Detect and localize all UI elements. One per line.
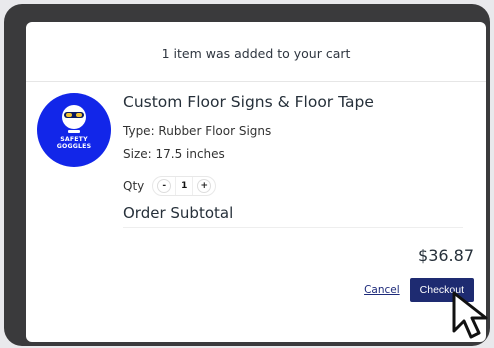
add-to-cart-modal: 1 item was added to your cart SAFETY GOG… xyxy=(26,22,486,342)
screen: 1 item was added to your cart SAFETY GOG… xyxy=(0,0,494,348)
thumbnail-label: SAFETY GOGGLES xyxy=(57,136,92,150)
increase-quantity-button[interactable]: + xyxy=(197,179,212,193)
arrow-cursor-icon xyxy=(452,291,488,339)
quantity-stepper: - 1 + xyxy=(152,176,217,196)
decrease-quantity-button[interactable]: - xyxy=(157,179,172,193)
modal-header: 1 item was added to your cart xyxy=(26,22,486,82)
qty-label: Qty xyxy=(123,179,145,193)
goggles-head-icon xyxy=(62,105,86,129)
order-subtotal-value: $36.87 xyxy=(418,246,474,265)
product-type: Type: Rubber Floor Signs xyxy=(123,124,272,138)
quantity-row: Qty - 1 + xyxy=(123,176,217,196)
order-subtotal-label: Order Subtotal xyxy=(123,204,234,222)
thumbnail-label-line2: GOGGLES xyxy=(56,143,92,150)
divider xyxy=(123,227,463,228)
product-title: Custom Floor Signs & Floor Tape xyxy=(123,93,374,111)
product-size: Size: 17.5 inches xyxy=(123,147,225,161)
thumbnail-label-line1: SAFETY xyxy=(60,136,88,143)
neck-shape xyxy=(68,130,80,133)
cancel-link[interactable]: Cancel xyxy=(364,284,400,296)
quantity-value[interactable]: 1 xyxy=(175,177,194,195)
added-to-cart-message: 1 item was added to your cart xyxy=(161,46,351,61)
product-thumbnail: SAFETY GOGGLES xyxy=(37,93,111,167)
goggles-icon xyxy=(64,112,84,118)
